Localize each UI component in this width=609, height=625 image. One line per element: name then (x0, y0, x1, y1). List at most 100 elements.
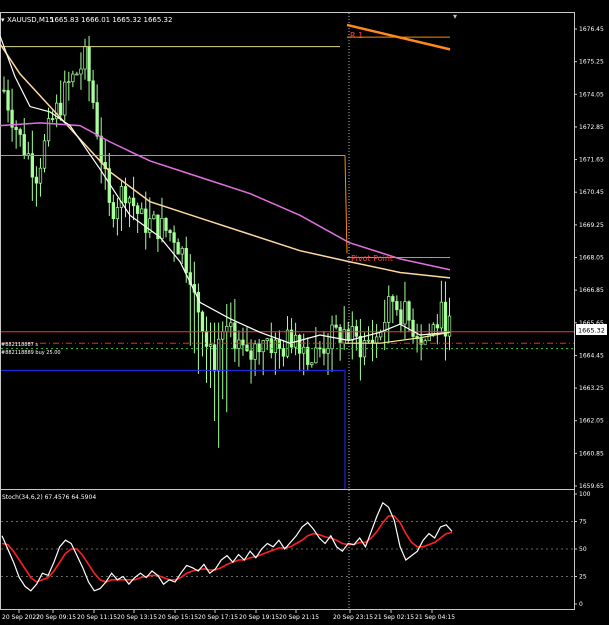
candle-body (257, 343, 261, 353)
candle-body (75, 73, 79, 76)
candle-body (87, 46, 91, 82)
candle-body (6, 90, 10, 111)
candle-body (350, 326, 354, 341)
stoch-tick-label: 75 (579, 519, 587, 526)
candle-body (277, 339, 282, 349)
candle-body (253, 343, 257, 360)
candle-body (63, 81, 67, 116)
candle-body (326, 348, 330, 354)
pivot-step-line (344, 155, 348, 254)
candle-body (95, 102, 99, 137)
ma-pink-line (0, 122, 451, 271)
candle-body (172, 232, 176, 243)
candle-body (221, 331, 225, 340)
candle-body (79, 68, 83, 75)
candle-body (403, 301, 407, 325)
order-label-buy: #882118889 buy 25.00 (1, 350, 61, 356)
price-tick-label: 1664.45 (579, 352, 604, 359)
time-tick-label: 20 Sep 11:15 (77, 614, 117, 621)
price-tick-label: 1670.45 (579, 189, 604, 196)
price-tick-label: 1663.25 (579, 385, 604, 392)
candle-body (208, 344, 213, 347)
time-tick-label: 20 Sep 13:15 (117, 614, 157, 621)
candle-body (160, 218, 164, 240)
candle-body (212, 344, 217, 372)
stoch-main-line (1, 501, 453, 592)
price-tick-label: 1672.85 (579, 124, 604, 131)
candle-body (358, 335, 363, 358)
candle-body (249, 350, 253, 360)
candle-body (152, 214, 156, 220)
candle-body (67, 81, 71, 84)
stoch-panel-frame (0, 489, 575, 610)
price-tick-label: 1668.05 (579, 255, 604, 262)
candle-body (136, 205, 140, 214)
time-tick-label: 20 Sep 15:15 (158, 614, 198, 621)
time-tick-label: 21 Sep 04:15 (415, 614, 455, 621)
candle-body (395, 301, 399, 311)
candle-body (2, 89, 6, 92)
candle-body (168, 230, 172, 234)
candle-body (30, 153, 34, 178)
stoch-label: Stoch(34,6,2) 67.4576 64.5904 (2, 494, 96, 501)
price-tick-label: 1662.05 (579, 418, 604, 425)
candle-body (407, 301, 411, 321)
candle-body (164, 218, 168, 231)
stoch-tick-label: 50 (579, 546, 587, 553)
candle-body (71, 73, 75, 83)
pivot-point-label: Pivot Point (351, 254, 393, 263)
price-tick-label: 1659.65 (579, 483, 604, 490)
chart-shift-icon[interactable]: ▾ (453, 12, 457, 21)
candle-body (115, 207, 120, 220)
ma-slow-line (0, 43, 451, 279)
candle-body (338, 326, 342, 344)
candle-body (59, 102, 63, 116)
time-tick-label: 20 Sep 21:15 (279, 614, 319, 621)
candle-body (18, 129, 22, 135)
time-tick-label: 20 Sep 09:15 (36, 614, 76, 621)
candle-body (289, 329, 294, 348)
candle-body (273, 339, 277, 353)
candle-body (99, 135, 103, 163)
candle-body (180, 247, 184, 255)
candle-body (14, 126, 18, 130)
time-tick-label: 20 Sep 23:15 (333, 614, 373, 621)
candle-body (131, 197, 136, 207)
candle-body (334, 324, 338, 328)
candle-body (265, 338, 269, 341)
candle-body (310, 362, 314, 365)
candle-body (411, 319, 415, 337)
candle-body (184, 247, 188, 273)
chart-arrow-icon: ▾ (1, 16, 5, 24)
candle-body (322, 348, 326, 354)
candle-body (366, 339, 371, 342)
candle-body (245, 344, 249, 352)
candle-body (387, 296, 391, 323)
candle-body (298, 334, 302, 354)
candle-body (176, 242, 180, 255)
candle-body (34, 176, 39, 184)
candle-body (443, 301, 448, 337)
price-tick-label: 1671.65 (579, 157, 604, 164)
candle-body (439, 301, 444, 329)
candle-body (261, 340, 265, 353)
ohlc-values: 1665.83 1666.01 1665.32 1665.32 (50, 16, 172, 24)
candle-body (391, 296, 395, 302)
stoch-tick-label: 100 (579, 491, 591, 498)
candle-body (42, 140, 47, 169)
candle-body (22, 134, 26, 156)
candle-body (83, 46, 87, 70)
price-axis: 1676.45 1675.25 1674.05 1672.85 1671.65 1670.… (574, 26, 604, 490)
candle-body (237, 339, 241, 349)
trading-chart[interactable]: ▾ XAUUSD,M15 1665.83 1666.01 1665.32 166… (0, 0, 609, 625)
candles (2, 35, 452, 448)
price-tick-label: 1660.85 (579, 450, 604, 457)
candle-body (38, 167, 43, 184)
candle-body (281, 348, 286, 357)
candle-body (140, 208, 144, 214)
candle-body (127, 197, 132, 204)
price-tick-label: 1669.25 (579, 222, 604, 229)
r1-label: R 1 (350, 31, 363, 40)
price-tick-label: 1676.45 (579, 26, 604, 33)
order-label-sell: #882118887 s (1, 342, 38, 348)
